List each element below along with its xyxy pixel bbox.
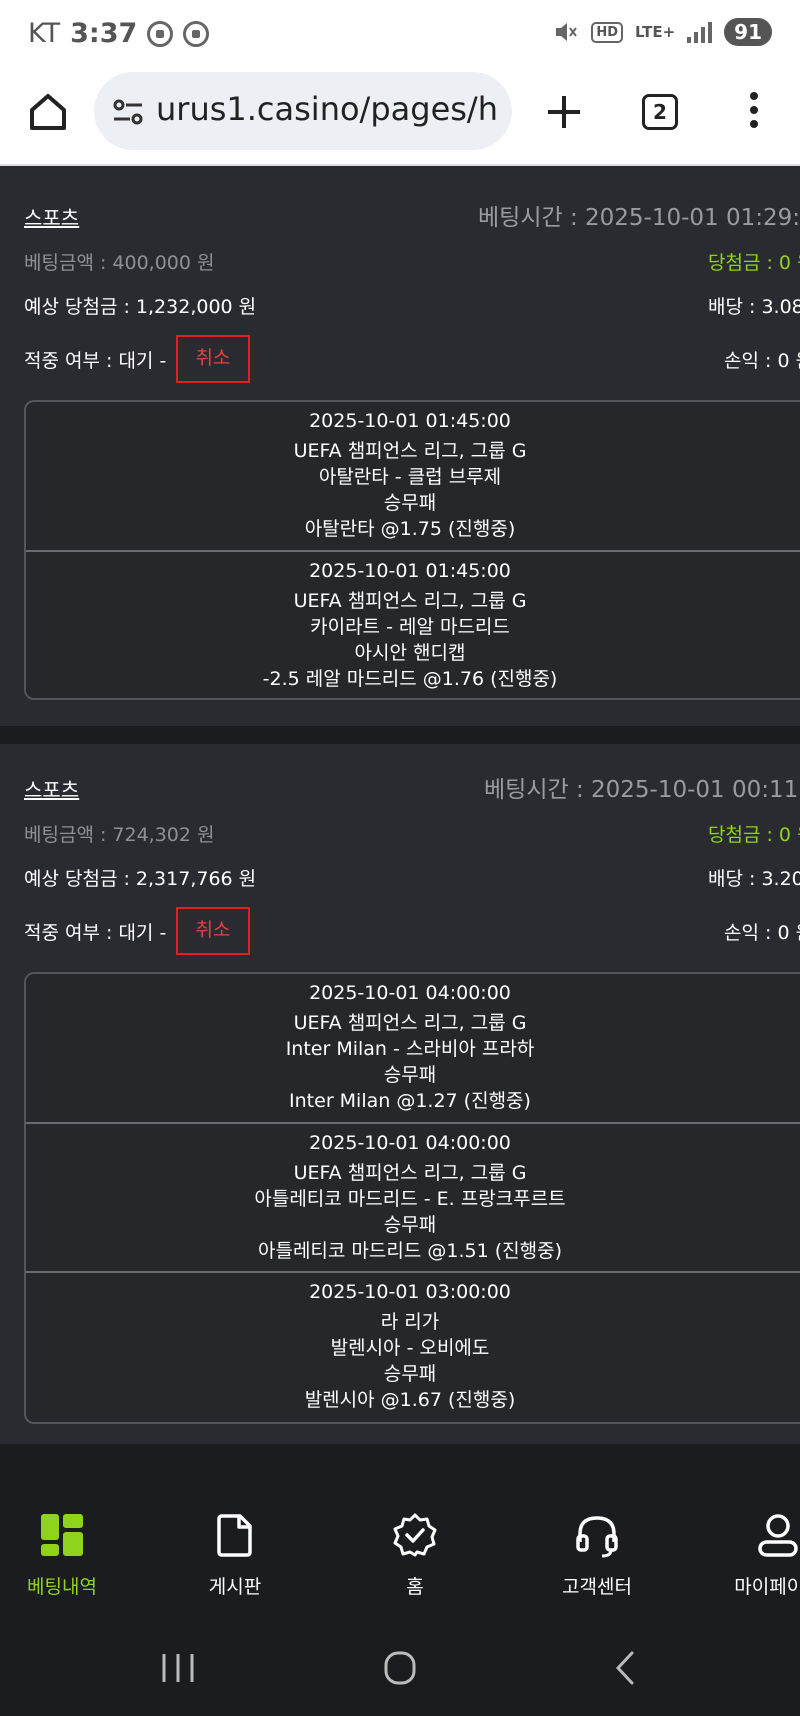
match-market: 아시안 핸디캡 bbox=[354, 642, 466, 664]
hit-status: 적중 여부 : 대기 - bbox=[24, 922, 167, 944]
bet-card: 스포츠 베팅시간 : 2025-10-01 00:11:35 베팅금액 : 72… bbox=[0, 744, 800, 1444]
expected-win: 예상 당첨금 : 1,232,000 원 bbox=[24, 296, 257, 318]
recent-apps-icon[interactable] bbox=[158, 1650, 198, 1686]
match-teams: 카이라트 - 레알 마드리드 bbox=[310, 616, 510, 638]
cancel-button[interactable]: 취소 bbox=[176, 907, 250, 955]
bet-category[interactable]: 스포츠 bbox=[24, 774, 79, 803]
bet-time: 베팅시간 : 2025-10-01 00:11:35 bbox=[484, 777, 800, 803]
nav-label: 마이페이지 bbox=[734, 1576, 800, 1598]
bet-category[interactable]: 스포츠 bbox=[24, 202, 79, 231]
match-league: UEFA 챔피언스 리그, 그룹 G bbox=[293, 440, 527, 462]
odds: 배당 : 3.080 bbox=[708, 296, 800, 318]
bet-history-list: 스포츠 베팅시간 : 2025-10-01 01:29:46 베팅금액 : 40… bbox=[0, 166, 800, 1466]
match-item: 2025-10-01 01:45:00 UEFA 챔피언스 리그, 그룹 G 아… bbox=[26, 402, 800, 550]
match-teams: 발렌시아 - 오비에도 bbox=[330, 1337, 490, 1359]
match-list: 2025-10-01 01:45:00 UEFA 챔피언스 리그, 그룹 G 아… bbox=[24, 400, 800, 700]
soccer-ball-icon bbox=[183, 20, 210, 47]
profit: 손익 : 0 원 bbox=[724, 922, 800, 944]
match-league: UEFA 챔피언스 리그, 그룹 G bbox=[293, 1162, 527, 1184]
hd-indicator: HD bbox=[591, 21, 624, 43]
clock: 3:37 bbox=[70, 18, 138, 49]
match-pick: 아탈란타 @1.75 (진행중) bbox=[304, 518, 516, 540]
url-text[interactable]: urus1.casino/pages/history bbox=[156, 90, 496, 128]
match-pick: -2.5 레알 마드리드 @1.76 (진행중) bbox=[262, 668, 558, 690]
bet-card: 스포츠 베팅시간 : 2025-10-01 01:29:46 베팅금액 : 40… bbox=[0, 166, 800, 726]
match-teams: 아탈란타 - 클럽 브루제 bbox=[318, 466, 502, 488]
document-icon bbox=[217, 1514, 252, 1557]
system-navigation-bar bbox=[0, 1618, 800, 1716]
home-icon[interactable] bbox=[24, 88, 72, 136]
system-home-icon[interactable] bbox=[380, 1650, 420, 1686]
bet-time: 베팅시간 : 2025-10-01 01:29:46 bbox=[478, 205, 800, 231]
nav-board[interactable]: 게시판 bbox=[165, 1512, 305, 1599]
match-league: UEFA 챔피언스 리그, 그룹 G bbox=[293, 590, 527, 612]
match-teams: 아틀레티코 마드리드 - E. 프랑크푸르트 bbox=[254, 1188, 566, 1210]
user-icon bbox=[758, 1514, 798, 1557]
bet-amount: 베팅금액 : 400,000 원 bbox=[24, 252, 215, 274]
match-datetime: 2025-10-01 04:00:00 bbox=[309, 982, 511, 1004]
match-pick: 아틀레티코 마드리드 @1.51 (진행중) bbox=[257, 1240, 562, 1262]
win-amount: 당첨금 : 0 원 bbox=[708, 824, 800, 846]
match-market: 승무패 bbox=[383, 1064, 437, 1086]
badge-check-icon bbox=[393, 1513, 437, 1557]
match-item: 2025-10-01 03:00:00 라 리가 발렌시아 - 오비에도 승무패… bbox=[26, 1271, 800, 1419]
match-list: 2025-10-01 04:00:00 UEFA 챔피언스 리그, 그룹 G I… bbox=[24, 972, 800, 1424]
nav-customer-center[interactable]: 고객센터 bbox=[527, 1512, 667, 1599]
match-league: 라 리가 bbox=[380, 1311, 440, 1333]
nav-label: 홈 bbox=[406, 1576, 424, 1598]
win-amount: 당첨금 : 0 원 bbox=[708, 252, 800, 274]
match-datetime: 2025-10-01 04:00:00 bbox=[309, 1132, 511, 1154]
nav-label: 게시판 bbox=[208, 1576, 262, 1598]
back-icon[interactable] bbox=[606, 1650, 646, 1686]
nav-label: 고객센터 bbox=[562, 1576, 632, 1598]
address-bar[interactable]: urus1.casino/pages/history bbox=[94, 72, 512, 150]
match-datetime: 2025-10-01 01:45:00 bbox=[309, 410, 511, 432]
match-item: 2025-10-01 01:45:00 UEFA 챔피언스 리그, 그룹 G 카… bbox=[26, 550, 800, 698]
carrier-label: KT bbox=[28, 18, 61, 49]
signal-icon bbox=[687, 21, 713, 43]
soccer-ball-icon bbox=[147, 20, 174, 47]
match-datetime: 2025-10-01 01:45:00 bbox=[309, 560, 511, 582]
more-menu-icon[interactable] bbox=[748, 92, 760, 132]
cancel-button[interactable]: 취소 bbox=[176, 335, 250, 383]
nav-label: 베팅내역 bbox=[27, 1576, 97, 1598]
nav-bet-history[interactable]: 베팅내역 bbox=[0, 1512, 132, 1599]
bottom-navigation: 베팅내역 게시판 홈 고객센터 마이페이지 bbox=[0, 1466, 800, 1618]
headset-icon bbox=[576, 1516, 618, 1558]
match-league: UEFA 챔피언스 리그, 그룹 G bbox=[293, 1012, 527, 1034]
match-market: 승무패 bbox=[383, 1363, 437, 1385]
site-settings-icon[interactable] bbox=[112, 96, 144, 128]
tab-switcher-button[interactable]: 2 bbox=[642, 94, 678, 130]
match-market: 승무패 bbox=[383, 1214, 437, 1236]
hit-status: 적중 여부 : 대기 - bbox=[24, 350, 167, 372]
match-item: 2025-10-01 04:00:00 UEFA 챔피언스 리그, 그룹 G I… bbox=[26, 974, 800, 1122]
nav-my-page[interactable]: 마이페이지 bbox=[708, 1512, 800, 1599]
network-indicator: LTE+ bbox=[635, 23, 676, 41]
mute-icon bbox=[556, 23, 578, 41]
match-market: 승무패 bbox=[383, 492, 437, 514]
match-item: 2025-10-01 04:00:00 UEFA 챔피언스 리그, 그룹 G 아… bbox=[26, 1122, 800, 1271]
expected-win: 예상 당첨금 : 2,317,766 원 bbox=[24, 868, 257, 890]
status-bar: KT 3:37 HD LTE+ 91 bbox=[0, 0, 800, 70]
odds: 배당 : 3.203 bbox=[708, 868, 800, 890]
match-pick: 발렌시아 @1.67 (진행중) bbox=[304, 1389, 516, 1411]
profit: 손익 : 0 원 bbox=[724, 350, 800, 372]
match-teams: Inter Milan - 스라비아 프라하 bbox=[285, 1038, 535, 1060]
battery-indicator: 91 bbox=[724, 18, 772, 46]
dashboard-icon bbox=[41, 1514, 83, 1556]
bet-amount: 베팅금액 : 724,302 원 bbox=[24, 824, 215, 846]
match-pick: Inter Milan @1.27 (진행중) bbox=[289, 1090, 531, 1112]
browser-toolbar: urus1.casino/pages/history 2 bbox=[0, 70, 800, 166]
nav-home[interactable]: 홈 bbox=[345, 1512, 485, 1599]
match-datetime: 2025-10-01 03:00:00 bbox=[309, 1281, 511, 1303]
new-tab-icon[interactable] bbox=[540, 88, 588, 136]
